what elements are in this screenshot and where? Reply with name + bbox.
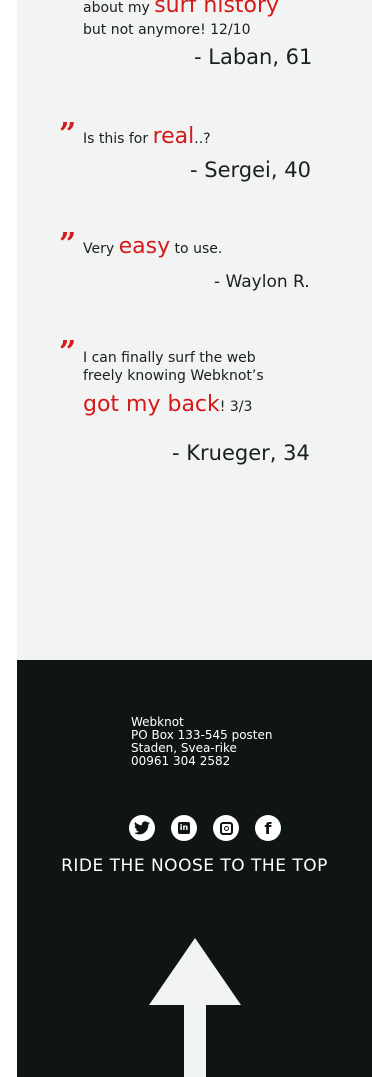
testimonials-section: about my surf history but not anymore! 1… xyxy=(17,0,372,660)
quote-mark-icon: ” xyxy=(59,117,76,152)
instagram-icon[interactable] xyxy=(213,815,239,841)
footer: Webknot PO Box 133-545 posten Staden, Sv… xyxy=(17,660,372,1077)
social-links: in f xyxy=(129,815,281,843)
company-address: Webknot PO Box 133-545 posten Staden, Sv… xyxy=(131,716,272,768)
testimonial-text: Is this for xyxy=(83,131,153,147)
testimonial-text: to use. xyxy=(170,241,223,257)
testimonial-author: - Krueger, 34 xyxy=(172,441,310,465)
instagram-glyph xyxy=(219,821,233,835)
quote-mark-icon: ” xyxy=(59,335,76,370)
testimonial-line: Very easy to use. xyxy=(83,236,223,258)
testimonial-highlight: real xyxy=(152,124,195,149)
testimonial-author: - Waylon R. xyxy=(214,272,310,292)
testimonial-line: got my back! 3/3 xyxy=(83,394,253,416)
phone-number[interactable]: 00961 304 2582 xyxy=(131,755,272,768)
testimonial-line: about my surf history xyxy=(83,0,279,17)
testimonial-highlight: surf history xyxy=(154,0,280,18)
page: about my surf history but not anymore! 1… xyxy=(17,0,372,1077)
testimonial-text: freely knowing Webknot’s xyxy=(83,368,264,384)
testimonial-text: Very xyxy=(83,241,119,257)
twitter-icon[interactable] xyxy=(129,815,155,841)
back-to-top-label[interactable]: RIDE THE NOOSE TO THE TOP xyxy=(17,856,372,876)
testimonial-text: ..? xyxy=(194,131,211,147)
facebook-icon[interactable]: f xyxy=(255,815,281,841)
facebook-glyph: f xyxy=(264,818,272,838)
testimonial-text: ! 3/3 xyxy=(219,399,253,415)
testimonial-line: Is this for real..? xyxy=(83,126,211,148)
linkedin-icon[interactable]: in xyxy=(171,815,197,841)
back-to-top-arrow-icon[interactable] xyxy=(17,905,372,1077)
quote-mark-icon: ” xyxy=(59,227,76,262)
testimonial-text: about my xyxy=(83,0,155,16)
testimonial-author: - Laban, 61 xyxy=(194,45,313,69)
testimonial-line: I can finally surf the web xyxy=(83,350,256,367)
testimonial-highlight: easy xyxy=(118,234,171,259)
testimonial-line: but not anymore! 12/10 xyxy=(83,22,251,39)
testimonial-author: - Sergei, 40 xyxy=(190,158,311,182)
arrow-shaft xyxy=(184,1005,206,1077)
testimonial-text: but not anymore! 12/10 xyxy=(83,22,251,38)
twitter-bird-shape xyxy=(134,821,150,835)
linkedin-glyph: in xyxy=(178,822,190,834)
testimonial-line: freely knowing Webknot’s xyxy=(83,368,264,385)
arrow-head xyxy=(149,938,241,1005)
testimonial-highlight: got my back xyxy=(83,392,220,417)
testimonial-text: I can finally surf the web xyxy=(83,350,256,366)
